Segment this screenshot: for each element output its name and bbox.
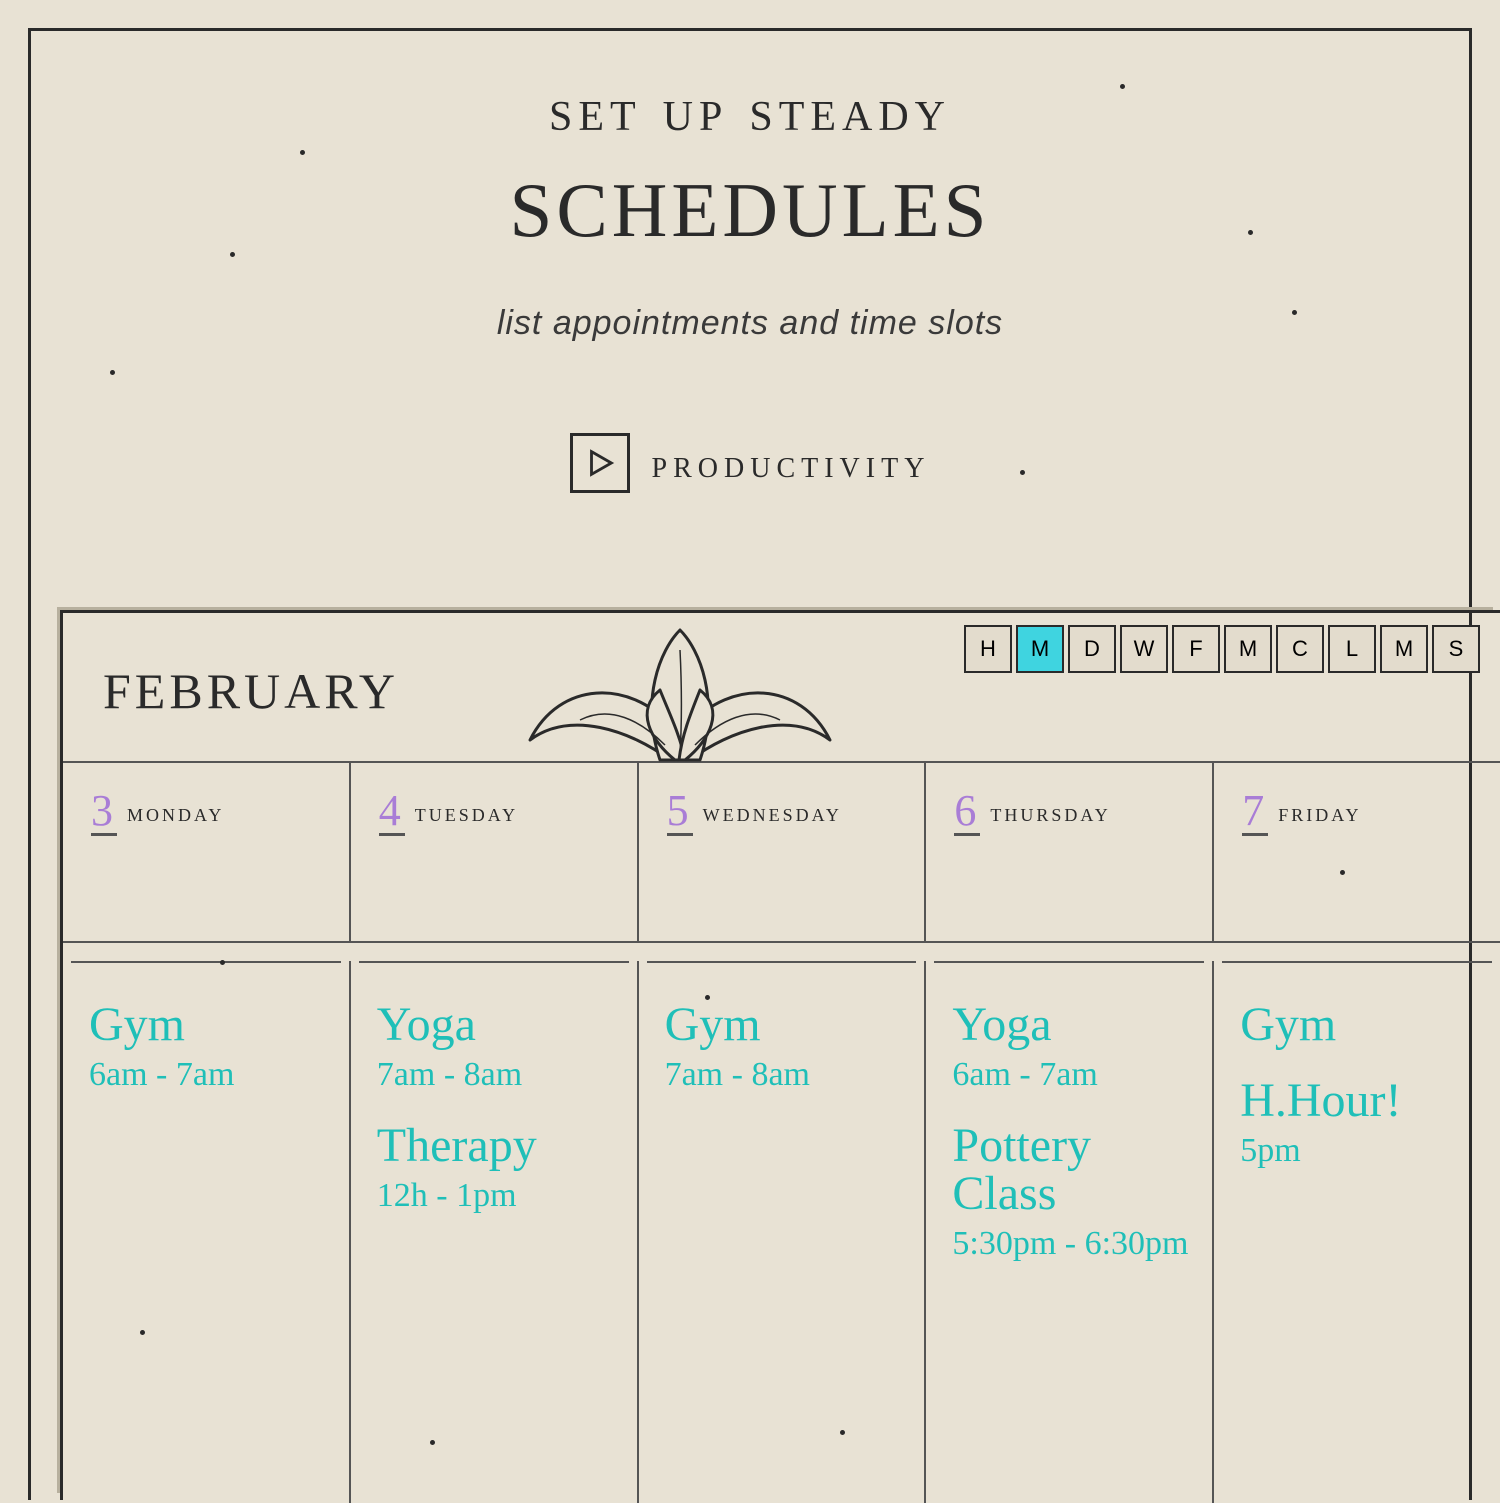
day-column-thursday[interactable]: Yoga 6am - 7am Pottery Class 5:30pm - 6:30p… <box>926 961 1214 1503</box>
day-name: friday <box>1278 798 1361 828</box>
view-tabs: HMDWFMCLMS <box>964 625 1480 673</box>
entry-title: Gym <box>1240 1001 1482 1049</box>
day-header-friday[interactable]: 7 friday <box>1214 763 1500 941</box>
calendar-entry[interactable]: Gym 7am - 8am <box>665 1001 907 1094</box>
day-column-friday[interactable]: Gym H.Hour! 5pm <box>1214 961 1500 1503</box>
entry-time: 6am - 7am <box>952 1055 1194 1094</box>
entry-time: 6am - 7am <box>89 1055 331 1094</box>
calendar-header: february HMDWFMCLMS <box>63 613 1500 763</box>
view-tab-l[interactable]: L <box>1328 625 1376 673</box>
calendar-entry[interactable]: Pottery Class 5:30pm - 6:30pm <box>952 1122 1194 1263</box>
day-header-thursday[interactable]: 6 thursday <box>926 763 1214 941</box>
day-column-wednesday[interactable]: Gym 7am - 8am <box>639 961 927 1503</box>
entry-time: 5:30pm - 6:30pm <box>952 1224 1194 1263</box>
view-tab-m[interactable]: M <box>1016 625 1064 673</box>
view-tab-s[interactable]: S <box>1432 625 1480 673</box>
calendar-entry[interactable]: Gym 6am - 7am <box>89 1001 331 1094</box>
day-number: 7 <box>1242 789 1268 836</box>
entry-title: Therapy <box>377 1122 619 1170</box>
day-column-monday[interactable]: Gym 6am - 7am <box>63 961 351 1503</box>
day-header-wednesday[interactable]: 5 wednesday <box>639 763 927 941</box>
calendar-entry[interactable]: Yoga 6am - 7am <box>952 1001 1194 1094</box>
day-number: 4 <box>379 789 405 836</box>
day-number: 5 <box>667 789 693 836</box>
day-name: monday <box>127 798 224 828</box>
day-header-monday[interactable]: 3 monday <box>63 763 351 941</box>
entry-time: 5pm <box>1240 1131 1482 1170</box>
entry-time: 7am - 8am <box>377 1055 619 1094</box>
view-tab-d[interactable]: D <box>1068 625 1116 673</box>
day-header-tuesday[interactable]: 4 tuesday <box>351 763 639 941</box>
entry-title: Yoga <box>952 1001 1194 1049</box>
entry-time: 7am - 8am <box>665 1055 907 1094</box>
day-name: wednesday <box>703 798 842 828</box>
view-tab-f[interactable]: F <box>1172 625 1220 673</box>
calendar-panel: february HMDWFMCLMS 3monday4tuesday5wedn… <box>60 610 1500 1500</box>
calendar-entry[interactable]: Yoga 7am - 8am <box>377 1001 619 1094</box>
entry-time: 12h - 1pm <box>377 1176 619 1215</box>
day-number: 3 <box>91 789 117 836</box>
day-name: tuesday <box>415 798 518 828</box>
day-name: thursday <box>990 798 1110 828</box>
entry-title: Gym <box>665 1001 907 1049</box>
calendar-month: february <box>103 643 399 726</box>
view-tab-m[interactable]: M <box>1224 625 1272 673</box>
entry-title: H.Hour! <box>1240 1077 1482 1125</box>
day-headers-row: 3 monday 4 tuesday 5 wednesday 6 thursday 7 frida… <box>63 763 1500 943</box>
view-tab-m[interactable]: M <box>1380 625 1428 673</box>
calendar-entry[interactable]: H.Hour! 5pm <box>1240 1077 1482 1170</box>
view-tab-h[interactable]: H <box>964 625 1012 673</box>
view-tab-w[interactable]: W <box>1120 625 1168 673</box>
view-tab-c[interactable]: C <box>1276 625 1324 673</box>
calendar-entry[interactable]: Therapy 12h - 1pm <box>377 1122 619 1215</box>
slots-row: Gym 6am - 7am Yoga 7am - 8am Therapy 12h - 1p… <box>63 943 1500 1503</box>
calendar-entry[interactable]: Gym <box>1240 1001 1482 1049</box>
day-column-tuesday[interactable]: Yoga 7am - 8am Therapy 12h - 1pm <box>351 961 639 1503</box>
entry-title: Pottery Class <box>952 1122 1194 1218</box>
day-number: 6 <box>954 789 980 836</box>
entry-title: Yoga <box>377 1001 619 1049</box>
entry-title: Gym <box>89 1001 331 1049</box>
